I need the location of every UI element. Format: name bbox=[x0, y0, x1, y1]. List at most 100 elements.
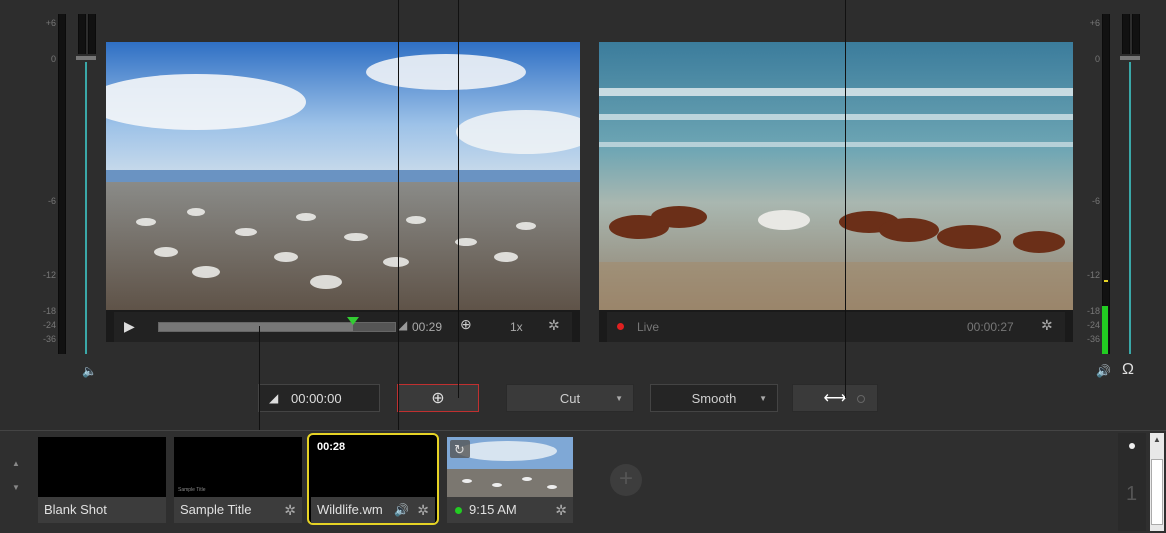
audio-icon[interactable]: 🔊 bbox=[394, 497, 409, 523]
meter-label: -6 bbox=[1091, 196, 1100, 206]
scroll-down-icon[interactable]: ▼ bbox=[12, 483, 20, 492]
preview-timecode: 00:29 bbox=[412, 320, 443, 334]
shot-label-bar: 9:15 AM ✲ bbox=[447, 497, 573, 523]
meter-label: -24 bbox=[1086, 320, 1100, 330]
add-shot-button[interactable]: ⊕ bbox=[397, 384, 479, 412]
zoom-icon[interactable]: ⊕ bbox=[460, 316, 472, 333]
level-icon: ◢ bbox=[398, 318, 408, 332]
meter-bar bbox=[1102, 14, 1110, 354]
smooth-label: Smooth bbox=[691, 390, 737, 406]
layer-panel: 1 bbox=[1118, 433, 1146, 531]
live-indicator-dot bbox=[617, 323, 624, 330]
meter-label: -36 bbox=[1086, 334, 1100, 344]
callout-line bbox=[845, 0, 846, 398]
shot-label: Sample Title bbox=[180, 502, 252, 517]
preview-settings-gear-icon[interactable]: ✲ bbox=[548, 317, 560, 334]
scrubber-fill bbox=[159, 323, 353, 331]
speaker-icon[interactable]: 🔊 bbox=[1096, 364, 1111, 378]
shot-label-bar: Wildlife.wm 🔊 ✲ bbox=[311, 497, 435, 523]
shot-blank[interactable]: Blank Shot bbox=[38, 437, 166, 523]
callout-line bbox=[398, 0, 399, 440]
meter-label: -6 bbox=[47, 196, 56, 206]
top-panel: +6 0 -6 -12 -18 -24 -36 🔈 ▶ ◢ 00:29 ⊕ 1x… bbox=[0, 0, 1166, 533]
shot-settings-gear-icon[interactable]: ✲ bbox=[417, 497, 429, 523]
meter-label: -36 bbox=[42, 334, 56, 344]
live-controls: Live 00:00:27 ✲ bbox=[607, 312, 1065, 342]
meter-bar bbox=[1132, 14, 1140, 54]
right-audio-meter: +6 0 -6 -12 -18 -24 -36 🔊 Ω bbox=[1078, 14, 1148, 378]
playhead-marker[interactable] bbox=[346, 317, 359, 325]
meter-label: +6 bbox=[45, 18, 56, 28]
volume-slider-track bbox=[1129, 62, 1131, 354]
shot-thumbnail bbox=[38, 437, 166, 497]
live-settings-gear-icon[interactable]: ✲ bbox=[1041, 317, 1053, 334]
scroll-up-icon[interactable]: ▲ bbox=[12, 459, 20, 468]
preview-monitor: ▶ ◢ 00:29 ⊕ 1x ✲ bbox=[106, 42, 580, 342]
scrollbar-thumb[interactable] bbox=[1151, 459, 1163, 525]
shot-thumbnail: Sample Title bbox=[174, 437, 302, 497]
smooth-transition-dropdown[interactable]: Smooth ▼ bbox=[650, 384, 778, 412]
meter-label: -18 bbox=[42, 306, 56, 316]
chevron-down-icon: ▼ bbox=[615, 394, 623, 403]
shot-sample-title[interactable]: Sample Title Sample Title ✲ bbox=[174, 437, 302, 523]
zoom-level[interactable]: 1x bbox=[510, 320, 523, 334]
live-monitor: Live 00:00:27 ✲ bbox=[599, 42, 1073, 342]
transition-duration-field[interactable]: ◢ 00:00:00 bbox=[258, 384, 380, 412]
preview-controls: ▶ ◢ 00:29 ⊕ 1x ✲ bbox=[114, 312, 572, 342]
svg-text:↻: ↻ bbox=[454, 443, 465, 458]
double-arrow-icon: ⟷ bbox=[823, 390, 847, 407]
chevron-down-icon: ▼ bbox=[759, 394, 767, 403]
meter-label: -12 bbox=[42, 270, 56, 280]
thumb-caption: Sample Title bbox=[178, 487, 206, 493]
volume-slider[interactable] bbox=[76, 56, 96, 354]
toggle-dot-icon[interactable] bbox=[857, 395, 865, 403]
meter-label: 0 bbox=[50, 54, 56, 64]
shot-label-bar: Sample Title ✲ bbox=[174, 497, 302, 523]
preview-scrubber[interactable] bbox=[158, 317, 396, 332]
meter-peak bbox=[1104, 280, 1108, 282]
play-icon[interactable]: ▶ bbox=[124, 318, 135, 335]
meter-bar bbox=[1122, 14, 1130, 54]
volume-slider[interactable] bbox=[1120, 56, 1140, 354]
meter-label: 0 bbox=[1094, 54, 1100, 64]
vertical-scrollbar[interactable]: ▲ bbox=[1150, 433, 1164, 531]
status-dot bbox=[455, 507, 462, 514]
layer-number: 1 bbox=[1126, 483, 1138, 505]
cut-transition-dropdown[interactable]: Cut ▼ bbox=[506, 384, 634, 412]
callout-line bbox=[458, 0, 459, 398]
headphones-icon[interactable]: Ω bbox=[1122, 361, 1134, 379]
shot-thumbnail: ↻ bbox=[447, 437, 573, 497]
transition-duration-value: 00:00:00 bbox=[291, 391, 342, 406]
shot-label: 9:15 AM bbox=[469, 502, 517, 517]
meter-label: -24 bbox=[42, 320, 56, 330]
shot-label: Wildlife.wm bbox=[317, 502, 383, 517]
shot-camera[interactable]: ↻ 9:15 AM ✲ bbox=[447, 437, 573, 523]
meter-label: +6 bbox=[1089, 18, 1100, 28]
meter-bar bbox=[78, 14, 86, 54]
shot-settings-gear-icon[interactable]: ✲ bbox=[284, 497, 296, 523]
volume-slider-handle[interactable] bbox=[1120, 56, 1140, 60]
duration-icon: ◢ bbox=[269, 391, 279, 405]
shot-wildlife[interactable]: 00:28 Wildlife.wm 🔊 ✲ bbox=[307, 433, 439, 525]
speaker-muted-icon[interactable]: 🔈 bbox=[82, 364, 97, 378]
add-circle-icon: ⊕ bbox=[431, 390, 445, 407]
cut-label: Cut bbox=[559, 390, 581, 406]
shot-settings-gear-icon[interactable]: ✲ bbox=[555, 497, 567, 523]
volume-slider-handle[interactable] bbox=[76, 56, 96, 60]
meter-bar bbox=[58, 14, 66, 354]
shots-strip: ▲ ▼ Blank Shot Sample Title Sample Title… bbox=[0, 430, 1166, 533]
shot-duration: 00:28 bbox=[317, 441, 346, 453]
meter-label: -18 bbox=[1086, 306, 1100, 316]
meter-bar bbox=[88, 14, 96, 54]
swap-transition-button[interactable]: ⟷ bbox=[792, 384, 878, 412]
add-shot-plus-icon[interactable]: + bbox=[610, 464, 642, 496]
left-audio-meter: +6 0 -6 -12 -18 -24 -36 🔈 bbox=[34, 14, 100, 378]
layer-indicator-dot bbox=[1129, 443, 1135, 449]
live-timecode: 00:00:27 bbox=[967, 320, 1014, 334]
meter-level-fill bbox=[1102, 306, 1108, 354]
live-status: Live bbox=[637, 320, 660, 334]
scroll-up-arrow-icon[interactable]: ▲ bbox=[1153, 435, 1161, 444]
live-video-frame bbox=[599, 42, 1073, 310]
shot-label: Blank Shot bbox=[38, 497, 166, 523]
preview-video-frame bbox=[106, 42, 580, 310]
